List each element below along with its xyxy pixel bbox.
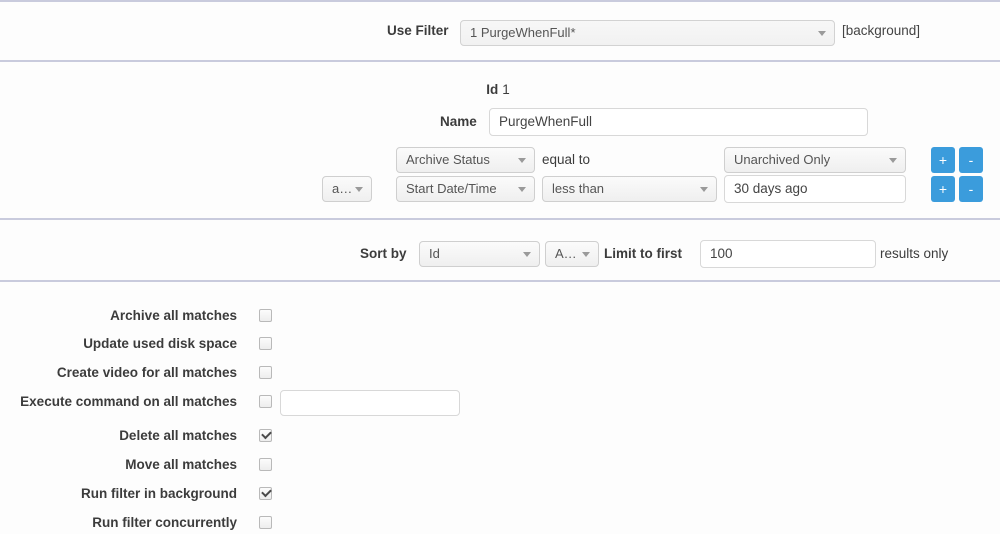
sort-field-select[interactable]: Id xyxy=(419,241,540,267)
filter-name-label: Name xyxy=(440,114,477,129)
filter-configuration-page: Use Filter 1 PurgeWhenFull* [background]… xyxy=(0,0,1000,534)
action-checkbox-delete-all-matches[interactable] xyxy=(259,429,272,442)
action-checkbox-archive-all-matches[interactable] xyxy=(259,309,272,322)
chevron-down-icon xyxy=(518,187,526,192)
action-label: Delete all matches xyxy=(119,428,237,443)
action-label: Run filter in background xyxy=(80,486,237,501)
condition-2-conjunction-select[interactable]: and xyxy=(322,176,372,202)
results-only-label: results only xyxy=(880,246,949,261)
chevron-down-icon xyxy=(889,158,897,163)
limit-input[interactable]: 100 xyxy=(700,240,876,268)
action-label: Archive all matches xyxy=(110,308,237,323)
divider-top xyxy=(0,0,1000,2)
filter-id-label: Id xyxy=(486,82,499,97)
chevron-down-icon xyxy=(582,252,590,257)
condition-1-operator-label: equal to xyxy=(542,152,591,167)
chevron-down-icon xyxy=(818,31,826,36)
action-label: Move all matches xyxy=(125,457,237,472)
action-label: Execute command on all matches xyxy=(20,394,237,409)
condition-1-value-text: Unarchived Only xyxy=(734,152,831,167)
chevron-down-icon xyxy=(523,252,531,257)
divider-after-use-filter xyxy=(0,60,1000,62)
filter-id-row: Id 1 xyxy=(0,82,1000,97)
condition-2-field-value: Start Date/Time xyxy=(406,181,497,196)
action-label: Create video for all matches xyxy=(56,365,237,380)
limit-label: Limit to first xyxy=(604,246,682,261)
condition-1-field-value: Archive Status xyxy=(406,152,490,167)
condition-2-operator-select[interactable]: less than xyxy=(542,176,717,202)
condition-1-remove-button[interactable]: - xyxy=(959,147,983,173)
condition-1-add-button[interactable]: + xyxy=(931,147,955,173)
condition-2-value-input[interactable]: 30 days ago xyxy=(724,175,906,203)
use-filter-select[interactable]: 1 PurgeWhenFull* xyxy=(460,20,835,46)
use-filter-label: Use Filter xyxy=(387,23,449,38)
chevron-down-icon xyxy=(518,158,526,163)
condition-2-operator-value: less than xyxy=(552,181,605,196)
action-checkbox-execute-command-on-all-matches[interactable] xyxy=(259,395,272,408)
sort-field-value: Id xyxy=(429,246,440,261)
divider-after-conditions xyxy=(0,218,1000,220)
condition-2-remove-button[interactable]: - xyxy=(959,176,983,202)
filter-name-input[interactable]: PurgeWhenFull xyxy=(489,108,868,136)
sort-direction-value: Asc xyxy=(555,246,577,261)
condition-2-field-select[interactable]: Start Date/Time xyxy=(396,176,535,202)
action-checkbox-create-video-for-all-matches[interactable] xyxy=(259,366,272,379)
filter-id-value: 1 xyxy=(502,82,510,97)
action-checkbox-move-all-matches[interactable] xyxy=(259,458,272,471)
condition-2-conjunction-value: and xyxy=(332,181,354,196)
action-checkbox-run-filter-concurrently[interactable] xyxy=(259,516,272,529)
execute-command-input[interactable] xyxy=(280,390,460,416)
action-label: Run filter concurrently xyxy=(92,515,237,530)
background-indicator: [background] xyxy=(842,23,921,38)
sort-direction-select[interactable]: Asc xyxy=(545,241,599,267)
action-checkbox-run-filter-in-background[interactable] xyxy=(259,487,272,500)
use-filter-select-value: 1 PurgeWhenFull* xyxy=(470,25,576,40)
chevron-down-icon xyxy=(700,187,708,192)
action-label: Update used disk space xyxy=(83,336,237,351)
condition-1-value-select[interactable]: Unarchived Only xyxy=(724,147,906,173)
action-checkbox-update-used-disk-space[interactable] xyxy=(259,337,272,350)
divider-after-sort xyxy=(0,280,1000,282)
condition-2-add-button[interactable]: + xyxy=(931,176,955,202)
chevron-down-icon xyxy=(355,187,363,192)
sort-by-label: Sort by xyxy=(360,246,407,261)
condition-1-field-select[interactable]: Archive Status xyxy=(396,147,535,173)
